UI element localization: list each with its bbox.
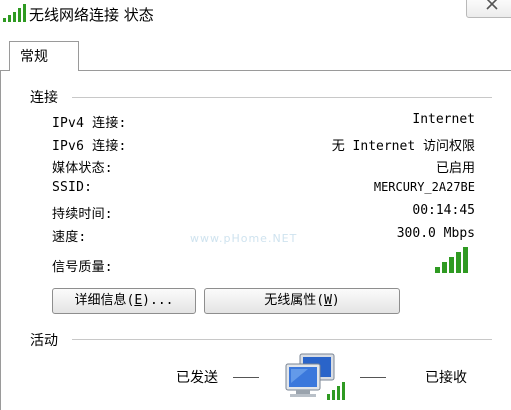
details-button[interactable]: 详细信息(E)... <box>52 288 196 314</box>
watermark: www.pHome.NET <box>190 232 298 245</box>
wireless-button-prefix: 无线属性( <box>264 293 325 308</box>
signal-quality-label: 信号质量: <box>52 260 113 275</box>
wireless-properties-button[interactable]: 无线属性(W) <box>204 288 400 314</box>
media-state-label: 媒体状态: <box>52 161 113 176</box>
speed-value: 300.0 Mbps <box>396 226 475 241</box>
received-label: 已接收 <box>425 370 467 386</box>
details-button-prefix: 详细信息( <box>74 293 135 308</box>
sent-line <box>233 377 259 378</box>
sent-label: 已发送 <box>176 370 218 386</box>
ipv6-value: 无 Internet 访问权限 <box>331 139 475 154</box>
received-line <box>360 377 386 378</box>
media-state-value: 已启用 <box>435 161 475 176</box>
ssid-value: MERCURY_2A27BE <box>373 180 475 194</box>
speed-label: 速度: <box>52 230 87 245</box>
details-button-suffix: )... <box>142 293 174 308</box>
connection-section-title: 连接 <box>30 90 58 106</box>
network-computers-icon <box>285 353 345 400</box>
duration-label: 持续时间: <box>52 207 113 222</box>
close-icon <box>486 0 498 10</box>
tab-general-label: 常规 <box>20 49 48 65</box>
ipv4-label: IPv4 连接: <box>52 116 127 131</box>
window-title: 无线网络连接 状态 <box>29 6 154 24</box>
tab-general[interactable]: 常规 <box>9 41 79 71</box>
ipv6-label: IPv6 连接: <box>52 139 127 154</box>
close-button[interactable] <box>466 0 511 18</box>
title-bar: 无线网络连接 状态 <box>0 0 511 30</box>
activity-section-title: 活动 <box>30 333 58 349</box>
activity-section-divider <box>72 339 492 340</box>
wireless-button-key: W <box>324 293 332 308</box>
signal-strength-icon <box>435 247 468 273</box>
wireless-button-suffix: ) <box>331 293 340 308</box>
wireless-signal-icon <box>3 4 26 22</box>
ssid-label: SSID: <box>52 180 93 195</box>
connection-section-divider <box>72 97 492 98</box>
details-button-key: E <box>134 293 143 308</box>
ipv4-value: Internet <box>412 112 475 127</box>
duration-value: 00:14:45 <box>412 203 475 218</box>
